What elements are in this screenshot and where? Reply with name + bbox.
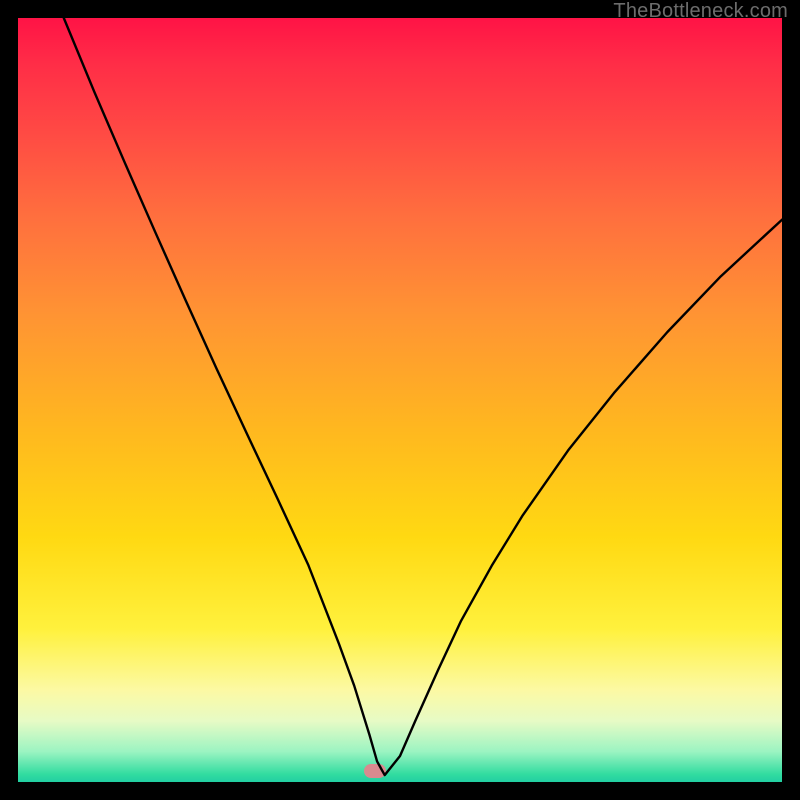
plot-area [18, 18, 782, 782]
chart-frame: TheBottleneck.com [0, 0, 800, 800]
watermark-text: TheBottleneck.com [613, 0, 788, 23]
bottleneck-curve [18, 18, 782, 782]
curve-path [64, 18, 782, 775]
